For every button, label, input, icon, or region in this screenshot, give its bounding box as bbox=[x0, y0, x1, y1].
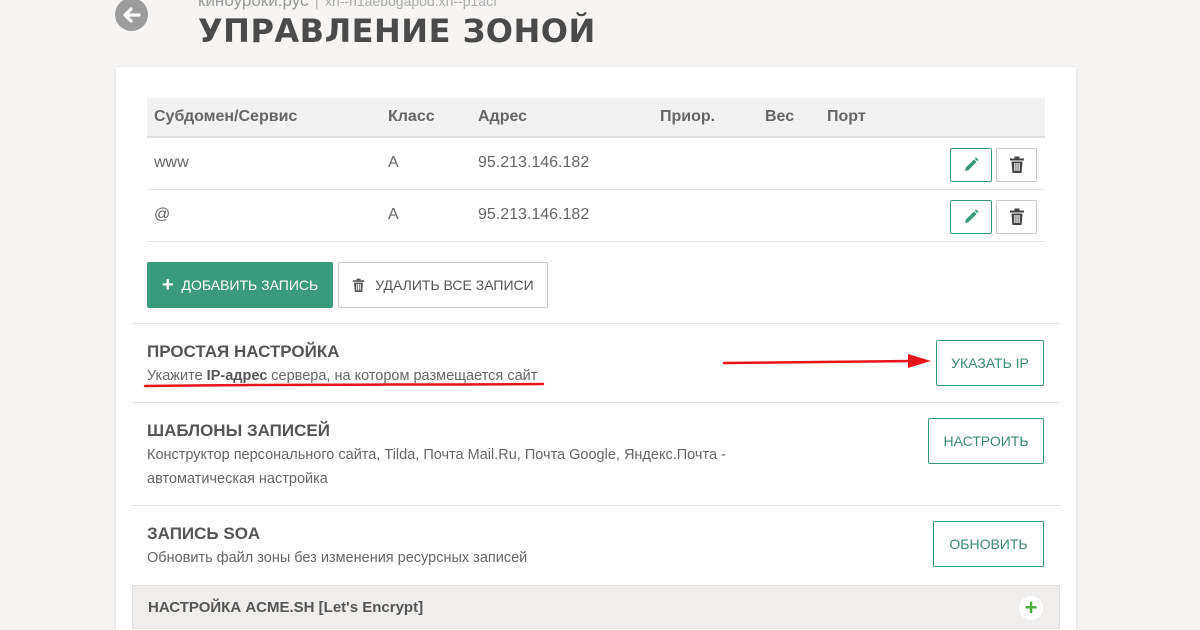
col-subdomain: Субдомен/Сервис bbox=[154, 108, 298, 125]
delete-all-records-button[interactable]: УДАЛИТЬ ВСЕ ЗАПИСИ bbox=[338, 262, 548, 308]
col-weight: Вес bbox=[765, 108, 795, 125]
breadcrumb: киноуроки.рус | xn--h1aebogapod.xn--p1acf bbox=[198, 0, 497, 11]
desc-line: Конструктор персонального сайта, Tilda, … bbox=[147, 447, 726, 463]
set-ip-button[interactable]: УКАЗАТЬ IP bbox=[936, 340, 1044, 386]
acme-panel-header[interactable]: НАСТРОЙКА ACME.SH [Let's Encrypt] + bbox=[132, 585, 1060, 629]
edit-record-button[interactable] bbox=[950, 148, 992, 182]
refresh-button[interactable]: ОБНОВИТЬ bbox=[933, 521, 1044, 567]
section-soa: ЗАПИСЬ SOA Обновить файл зоны без измене… bbox=[132, 505, 1060, 585]
section-title: ЗАПИСЬ SOA bbox=[147, 524, 261, 543]
acme-title: НАСТРОЙКА ACME.SH [Let's Encrypt] bbox=[148, 599, 424, 616]
add-record-button[interactable]: + ДОБАВИТЬ ЗАПИСЬ bbox=[147, 262, 333, 308]
col-port: Порт bbox=[827, 108, 866, 125]
annotation-underline bbox=[143, 382, 545, 388]
zone-card: Субдомен/Сервис Класс Адрес Приор. Вес П… bbox=[116, 67, 1076, 630]
cell-address: 95.213.146.182 bbox=[478, 154, 590, 171]
cell-class: A bbox=[388, 154, 399, 171]
records-table: Субдомен/Сервис Класс Адрес Приор. Вес П… bbox=[147, 98, 1045, 242]
annotation-arrow bbox=[722, 354, 931, 368]
trash-icon bbox=[1009, 156, 1024, 173]
arrow-left-icon bbox=[122, 6, 141, 23]
configure-button[interactable]: НАСТРОИТЬ bbox=[928, 418, 1044, 464]
section-description: Обновить файл зоны без изменения ресурсн… bbox=[147, 550, 528, 566]
back-button[interactable] bbox=[115, 0, 148, 31]
domain-name: киноуроки.рус bbox=[198, 0, 309, 10]
trash-icon bbox=[353, 278, 365, 292]
domain-punycode: xn--h1aebogapod.xn--p1acf bbox=[324, 0, 497, 9]
plus-icon: + bbox=[161, 273, 174, 296]
plus-circle-icon[interactable]: + bbox=[1019, 596, 1043, 620]
section-description: Конструктор персонального сайта, Tilda, … bbox=[147, 443, 726, 491]
table-row: www A 95.213.146.182 bbox=[147, 138, 1045, 190]
page-title: УПРАВЛЕНИЕ ЗОНОЙ bbox=[198, 12, 596, 50]
cell-address: 95.213.146.182 bbox=[478, 206, 590, 223]
table-header: Субдомен/Сервис Класс Адрес Приор. Вес П… bbox=[147, 98, 1045, 138]
delete-all-label: УДАЛИТЬ ВСЕ ЗАПИСИ bbox=[375, 277, 534, 293]
pencil-icon bbox=[965, 157, 979, 171]
section-title: ПРОСТАЯ НАСТРОЙКА bbox=[147, 342, 340, 361]
edit-record-button[interactable] bbox=[950, 200, 992, 234]
section-title: ШАБЛОНЫ ЗАПИСЕЙ bbox=[147, 421, 330, 440]
pencil-icon bbox=[965, 209, 979, 223]
delete-record-button[interactable] bbox=[996, 200, 1037, 234]
cell-class: A bbox=[388, 206, 399, 223]
delete-record-button[interactable] bbox=[996, 148, 1037, 182]
trash-icon bbox=[1009, 208, 1024, 225]
cell-subdomain: www bbox=[154, 154, 189, 171]
section-templates: ШАБЛОНЫ ЗАПИСЕЙ Конструктор персональног… bbox=[132, 402, 1060, 505]
cell-subdomain: @ bbox=[154, 206, 171, 223]
desc-line: автоматическая настройка bbox=[147, 471, 328, 487]
table-row: @ A 95.213.146.182 bbox=[147, 190, 1045, 242]
col-address: Адрес bbox=[478, 108, 528, 125]
add-record-label: ДОБАВИТЬ ЗАПИСЬ bbox=[181, 277, 319, 293]
col-class: Класс bbox=[388, 108, 435, 125]
breadcrumb-separator: | bbox=[314, 0, 319, 10]
col-priority: Приор. bbox=[660, 108, 716, 125]
